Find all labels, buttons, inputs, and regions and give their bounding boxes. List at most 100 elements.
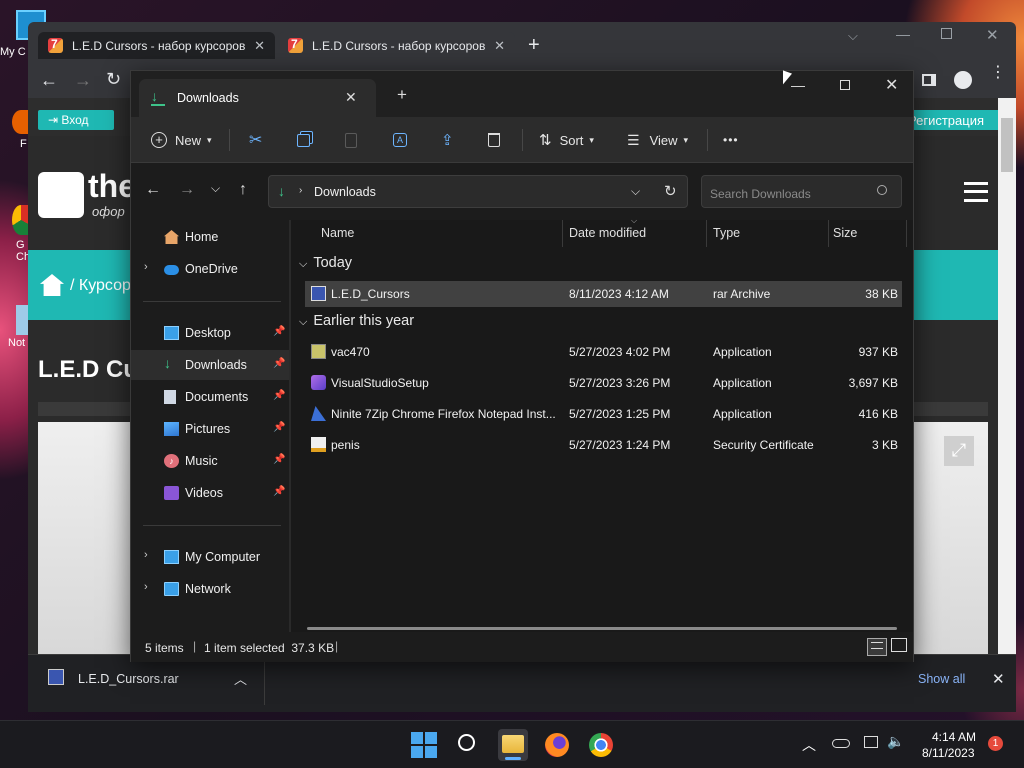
browser-tab-1[interactable]: L.E.D Cursors - набор курсоров ✕ (38, 32, 275, 59)
file-row[interactable]: VisualStudioSetup 5/27/2023 3:26 PM Appl… (305, 370, 902, 396)
breadcrumb[interactable]: / Курсор (70, 277, 131, 295)
nav-item-home[interactable]: Home (131, 222, 291, 252)
recent-chevron-icon[interactable]: ⌵ (211, 181, 220, 196)
file-row[interactable]: Ninite 7Zip Chrome Firefox Notepad Inst.… (305, 401, 902, 427)
expand-chevron-icon[interactable]: › (144, 581, 148, 593)
volume-icon[interactable]: 🔈 (887, 733, 904, 750)
onedrive-status-icon[interactable] (832, 739, 850, 748)
horizontal-scrollbar[interactable] (307, 627, 897, 630)
desktop-icon-chrome[interactable]: G Ch (0, 205, 30, 263)
search-input[interactable]: Search Downloads (701, 175, 902, 208)
maximize-icon[interactable] (840, 80, 850, 90)
clock-date[interactable]: 8/11/2023 (922, 746, 975, 760)
share-button[interactable]: ⇪ (441, 117, 454, 163)
show-all-link[interactable]: Show all (918, 672, 965, 686)
nav-item-desktop[interactable]: Desktop 📌 (131, 318, 291, 348)
cut-button[interactable]: ✂ (249, 117, 262, 163)
search-button[interactable] (455, 731, 483, 759)
nav-item-my-computer[interactable]: › My Computer (131, 542, 291, 572)
new-tab-icon[interactable]: + (397, 85, 407, 105)
tab-close-icon[interactable]: ✕ (254, 38, 265, 54)
column-divider[interactable] (706, 220, 707, 247)
file-row[interactable]: penis 5/27/2023 1:24 PM Security Certifi… (305, 432, 902, 458)
column-header-name[interactable]: Name (321, 226, 354, 240)
nav-item-onedrive[interactable]: › OneDrive (131, 254, 291, 284)
notification-badge[interactable]: 1 (988, 736, 1003, 751)
search-icon[interactable] (877, 185, 887, 195)
login-button[interactable]: ⇥ Вход (38, 110, 114, 130)
close-download-bar-icon[interactable]: ✕ (992, 670, 1005, 688)
hamburger-menu-icon[interactable] (964, 182, 988, 202)
column-divider[interactable] (562, 220, 563, 247)
download-options-chevron-icon[interactable]: ︿ (234, 669, 247, 688)
browser-tab-2[interactable]: L.E.D Cursors - набор курсоров ✕ (278, 32, 515, 59)
close-tab-icon[interactable]: ✕ (345, 89, 357, 106)
up-arrow-icon[interactable]: ↑ (239, 181, 247, 199)
start-button[interactable] (410, 731, 438, 759)
forward-arrow-icon[interactable]: → (179, 181, 195, 199)
taskbar-chrome[interactable] (587, 731, 615, 759)
desktop-icon-firefox[interactable]: F (0, 110, 30, 150)
column-header-type[interactable]: Type (713, 226, 740, 240)
expand-chevron-icon[interactable]: › (144, 261, 148, 273)
sort-button[interactable]: ⇅ Sort ▾ (539, 117, 594, 163)
view-button[interactable]: ☰ View ▾ (627, 117, 688, 163)
page-scrollbar-track[interactable] (998, 98, 1016, 654)
taskbar-firefox[interactable] (543, 731, 571, 759)
address-dropdown-icon[interactable]: ⌵ (631, 184, 640, 199)
clock-time[interactable]: 4:14 AM (932, 730, 976, 744)
tray-overflow-chevron-icon[interactable]: ︿ (802, 735, 816, 755)
scrollbar-thumb[interactable] (1001, 118, 1013, 172)
column-divider[interactable] (906, 220, 907, 247)
nav-item-documents[interactable]: Documents 📌 (131, 382, 291, 412)
nav-item-pictures[interactable]: Pictures 📌 (131, 414, 291, 444)
tab-search-chevron-icon[interactable]: ⌵ (848, 28, 858, 44)
more-options-button[interactable]: ••• (723, 117, 739, 163)
nav-item-network[interactable]: › Network (131, 574, 291, 604)
forward-arrow-icon[interactable]: → (74, 70, 92, 91)
close-window-icon[interactable]: ✕ (885, 75, 898, 95)
minimize-icon[interactable]: — (791, 77, 805, 93)
group-header-earlier[interactable]: ⌵ Earlier this year (299, 313, 414, 329)
menu-dots-icon[interactable]: ⋮ (990, 65, 1006, 81)
home-icon[interactable] (40, 274, 64, 296)
tab-close-icon[interactable]: ✕ (494, 38, 505, 54)
file-row-led-cursors[interactable]: L.E.D_Cursors 8/11/2023 4:12 AM rar Arch… (305, 281, 902, 307)
address-path[interactable]: Downloads (314, 185, 376, 199)
paste-button[interactable] (345, 117, 357, 163)
nav-item-music[interactable]: ♪ Music 📌 (131, 446, 291, 476)
column-header-date[interactable]: Date modified (569, 226, 646, 240)
new-tab-button[interactable]: + (528, 34, 540, 57)
site-logo[interactable] (38, 172, 84, 218)
register-button[interactable]: Регистрация (904, 110, 998, 130)
download-item[interactable]: L.E.D_Cursors.rar (78, 672, 179, 686)
explorer-tab[interactable]: ↓ Downloads ✕ (139, 79, 376, 117)
expand-icon[interactable]: ⤢ (944, 436, 974, 466)
new-button[interactable]: + New ▾ (151, 117, 212, 163)
profile-icon[interactable] (954, 71, 972, 89)
back-arrow-icon[interactable]: ← (145, 181, 161, 199)
minimize-icon[interactable]: — (896, 26, 910, 42)
delete-button[interactable] (488, 117, 500, 163)
expand-chevron-icon[interactable]: › (144, 549, 148, 561)
details-view-icon[interactable] (867, 638, 887, 656)
taskbar-file-explorer[interactable] (498, 729, 528, 761)
network-icon[interactable] (864, 736, 878, 748)
column-divider[interactable] (828, 220, 829, 247)
tiles-view-icon[interactable] (891, 638, 907, 652)
column-header-size[interactable]: Size (833, 226, 857, 240)
address-bar[interactable]: ↓ › Downloads ⌵ ↻ (268, 175, 688, 208)
close-window-icon[interactable]: ✕ (986, 26, 999, 44)
nav-item-videos[interactable]: Videos 📌 (131, 478, 291, 508)
group-header-today[interactable]: ⌵ Today (299, 255, 352, 271)
desktop-icon-my-computer[interactable]: My C (0, 10, 46, 58)
rename-button[interactable]: A (393, 117, 407, 163)
desktop-icon-notepad[interactable]: Not (0, 305, 30, 349)
maximize-icon[interactable] (941, 28, 952, 39)
refresh-icon[interactable]: ↻ (664, 182, 677, 200)
file-row[interactable]: vac470 5/27/2023 4:02 PM Application 937… (305, 339, 902, 365)
back-arrow-icon[interactable]: ← (40, 70, 58, 91)
copy-button[interactable] (297, 117, 310, 163)
reload-icon[interactable]: ↻ (106, 69, 121, 90)
nav-item-downloads[interactable]: ↓ Downloads 📌 (131, 350, 291, 380)
